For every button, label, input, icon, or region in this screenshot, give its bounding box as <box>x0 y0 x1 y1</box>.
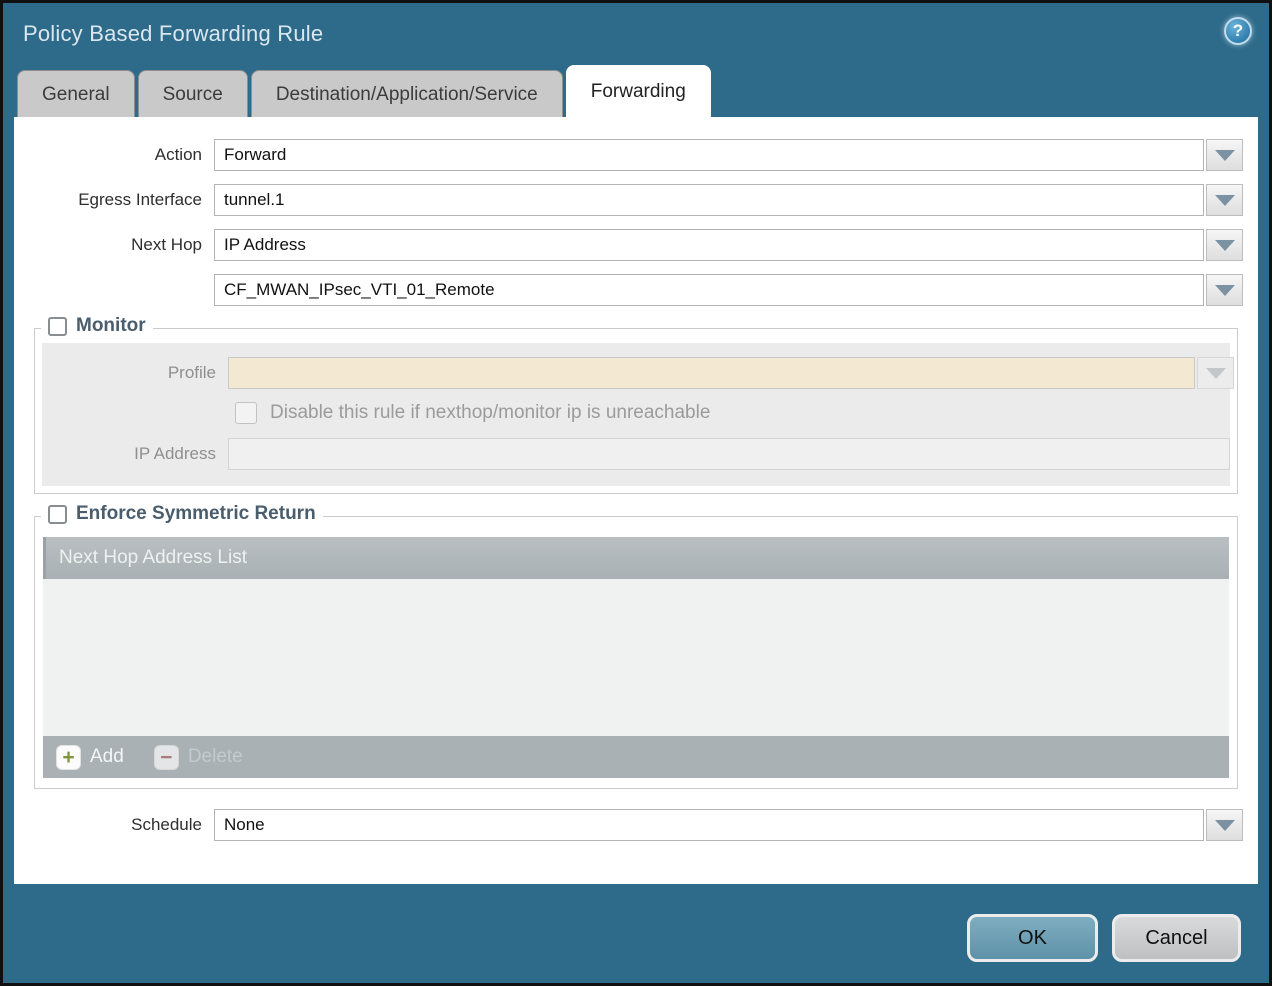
action-label: Action <box>14 145 214 165</box>
next-hop-address-list-header-label: Next Hop Address List <box>59 547 247 569</box>
next-hop-address-select[interactable]: CF_MWAN_IPsec_VTI_01_Remote <box>214 274 1204 306</box>
help-icon-glyph: ? <box>1233 21 1243 41</box>
tab-destination-application-service[interactable]: Destination/Application/Service <box>251 70 563 117</box>
dialog-titlebar: Policy Based Forwarding Rule ? <box>3 3 1269 65</box>
next-hop-address-dropdown-button[interactable] <box>1206 274 1243 306</box>
chevron-down-icon <box>1215 150 1235 161</box>
next-hop-type-dropdown-button[interactable] <box>1206 229 1243 261</box>
schedule-select[interactable]: None <box>214 809 1204 841</box>
monitor-ip-address-label: IP Address <box>42 444 228 464</box>
dialog-title: Policy Based Forwarding Rule <box>23 21 323 47</box>
schedule-label: Schedule <box>14 815 214 835</box>
symmetric-return-checkbox[interactable] <box>48 505 67 524</box>
disable-rule-checkbox-row: Disable this rule if nexthop/monitor ip … <box>235 402 1230 424</box>
profile-select <box>228 357 1195 389</box>
next-hop-type-select[interactable]: IP Address <box>214 229 1204 261</box>
minus-icon: − <box>154 745 179 770</box>
monitor-legend: Monitor <box>41 315 153 337</box>
symmetric-return-fieldset: Enforce Symmetric Return Next Hop Addres… <box>34 516 1238 789</box>
cancel-button[interactable]: Cancel <box>1112 914 1241 962</box>
tab-forwarding[interactable]: Forwarding <box>566 65 711 117</box>
monitor-legend-label: Monitor <box>76 315 146 337</box>
delete-button-label: Delete <box>188 746 243 768</box>
tab-general[interactable]: General <box>17 70 135 117</box>
help-icon[interactable]: ? <box>1224 17 1252 45</box>
plus-icon: + <box>56 745 81 770</box>
dialog-footer-buttons: OK Cancel <box>967 914 1241 962</box>
next-hop-row: Next Hop IP Address <box>14 229 1258 261</box>
next-hop-address-list-footer: + Add − Delete <box>43 736 1229 778</box>
egress-interface-dropdown-button[interactable] <box>1206 184 1243 216</box>
symmetric-return-legend: Enforce Symmetric Return <box>41 503 323 525</box>
next-hop-address-list-table: Next Hop Address List + Add − Delete <box>43 537 1229 778</box>
profile-row: Profile <box>42 357 1230 389</box>
monitor-panel: Profile Disable this rule if nexthop/mon… <box>42 343 1230 486</box>
add-button-label: Add <box>90 746 124 768</box>
forwarding-tab-panel: Action Forward Egress Interface tunnel.1… <box>14 117 1258 884</box>
disable-rule-checkbox-label: Disable this rule if nexthop/monitor ip … <box>270 402 710 424</box>
egress-interface-select[interactable]: tunnel.1 <box>214 184 1204 216</box>
schedule-dropdown-button[interactable] <box>1206 809 1243 841</box>
next-hop-address-list-header: Next Hop Address List <box>43 537 1229 579</box>
tab-source[interactable]: Source <box>138 70 248 117</box>
chevron-down-icon <box>1215 285 1235 296</box>
schedule-row: Schedule None <box>14 809 1258 841</box>
profile-label: Profile <box>42 363 228 383</box>
action-dropdown-button[interactable] <box>1206 139 1243 171</box>
next-hop-address-list-body <box>43 579 1229 736</box>
next-hop-label: Next Hop <box>14 235 214 255</box>
ok-button[interactable]: OK <box>967 914 1098 962</box>
action-select[interactable]: Forward <box>214 139 1204 171</box>
action-row: Action Forward <box>14 139 1258 171</box>
add-button[interactable]: + Add <box>56 745 124 770</box>
monitor-ip-address-input <box>228 438 1230 470</box>
egress-interface-label: Egress Interface <box>14 190 214 210</box>
pbf-rule-dialog: { "dialog": { "title": "Policy Based For… <box>0 0 1272 986</box>
chevron-down-icon <box>1215 820 1235 831</box>
disable-rule-checkbox <box>235 402 257 424</box>
chevron-down-icon <box>1206 368 1226 379</box>
chevron-down-icon <box>1215 240 1235 251</box>
profile-dropdown-button <box>1197 357 1234 389</box>
tab-bar: General Source Destination/Application/S… <box>3 65 1269 117</box>
egress-interface-row: Egress Interface tunnel.1 <box>14 184 1258 216</box>
symmetric-return-legend-label: Enforce Symmetric Return <box>76 503 316 525</box>
chevron-down-icon <box>1215 195 1235 206</box>
monitor-ip-address-row: IP Address <box>42 438 1230 470</box>
monitor-checkbox[interactable] <box>48 317 67 336</box>
monitor-fieldset: Monitor Profile Disable this rule if nex… <box>34 328 1238 494</box>
next-hop-address-row: CF_MWAN_IPsec_VTI_01_Remote <box>14 274 1258 306</box>
delete-button[interactable]: − Delete <box>154 745 243 770</box>
